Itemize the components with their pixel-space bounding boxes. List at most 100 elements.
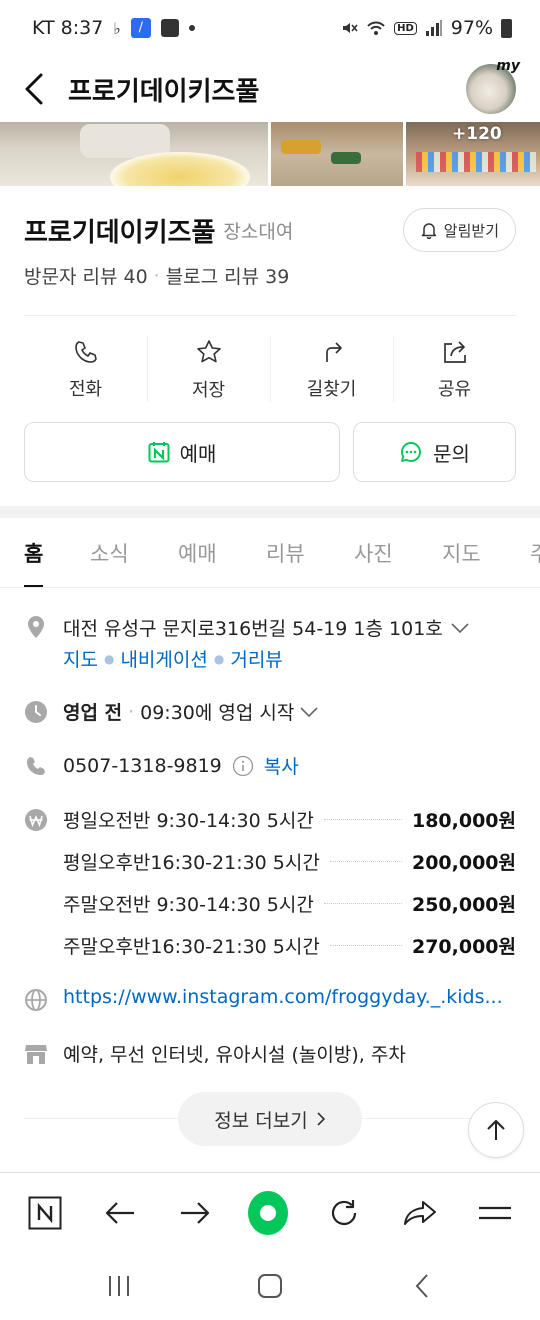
tab-photos[interactable]: 사진: [354, 518, 393, 587]
tab-reviews[interactable]: 리뷰: [266, 518, 305, 587]
street-view-link[interactable]: 거리뷰: [230, 645, 282, 672]
map-link[interactable]: 지도: [63, 645, 98, 672]
chevron-left-icon: [25, 73, 43, 105]
phone-icon: [24, 754, 48, 778]
menu-button[interactable]: [475, 1193, 515, 1233]
photo-thumbnail[interactable]: [271, 122, 403, 186]
save-button[interactable]: 저장: [147, 332, 270, 408]
share-arrow-icon: [404, 1201, 436, 1225]
share-button[interactable]: 공유: [393, 332, 516, 408]
blog-reviews-link[interactable]: 블로그 리뷰 39: [166, 262, 290, 289]
system-back-button[interactable]: [402, 1270, 442, 1302]
divider: [24, 315, 516, 316]
clock-icon: [24, 700, 48, 724]
back-nav-button[interactable]: [100, 1193, 140, 1233]
price-amount: 270,000원: [411, 935, 516, 958]
photo-thumbnail-more[interactable]: +120: [406, 122, 540, 186]
more-photos-count: +120: [452, 124, 502, 144]
gallery-icon: [160, 19, 179, 37]
hd-voice-icon: HD: [394, 21, 417, 35]
price-name: 평일오후반16:30-21:30 5시간: [63, 851, 320, 874]
inquiry-button[interactable]: 문의: [353, 422, 516, 482]
avatar[interactable]: my: [466, 58, 520, 114]
tab-more[interactable]: 주: [530, 518, 540, 587]
tab-booking[interactable]: 예매: [178, 518, 217, 587]
refresh-icon: [331, 1200, 357, 1226]
hours-status: 영업 전: [63, 702, 123, 724]
tab-home[interactable]: 홈: [24, 518, 44, 587]
section-divider: [0, 506, 540, 518]
phone-icon: [74, 341, 97, 363]
chevron-down-icon: [451, 622, 469, 633]
price-row: 주말오후반16:30-21:30 5시간 270,000원: [63, 931, 516, 959]
photo-shelf: [416, 152, 536, 172]
status-bar: KT 8:37 ♭ ∕ HD 97%: [0, 0, 540, 56]
navigation-link[interactable]: 내비게이션: [120, 645, 207, 672]
chevron-down-icon: [300, 706, 318, 717]
back-button[interactable]: [24, 71, 48, 107]
battery-icon: [501, 18, 512, 38]
address-row[interactable]: 대전 유성구 문지로316번길 54-19 1층 101호: [63, 614, 469, 641]
hours-row[interactable]: 영업 전 · 09:30에 영업 시작: [63, 698, 318, 725]
separator-dot: ●: [213, 651, 225, 666]
app-notification-icon: ∕: [130, 18, 151, 38]
share-icon: [443, 341, 466, 363]
booking-row: 예매 문의: [24, 422, 516, 482]
call-button[interactable]: 전화: [24, 332, 147, 408]
naver-calendar-icon: [148, 442, 170, 463]
price-row: 주말오전반 9:30-14:30 5시간 250,000원: [63, 889, 516, 917]
amenities-text: 예약, 무선 인터넷, 유아시설 (놀이방), 주차: [63, 1044, 406, 1066]
notify-button[interactable]: 알림받기: [402, 208, 516, 252]
visitor-reviews-link[interactable]: 방문자 리뷰 40: [24, 262, 148, 289]
browser-toolbar: [0, 1172, 540, 1252]
recent-apps-button[interactable]: [99, 1270, 139, 1302]
tab-news[interactable]: 소식: [90, 518, 129, 587]
star-icon: [196, 340, 221, 363]
share-page-button[interactable]: [400, 1193, 440, 1233]
more-notifications-icon: [188, 25, 195, 31]
header-title: 프로기데이키즈풀: [68, 76, 260, 107]
app-header: 프로기데이키즈풀 my: [0, 56, 540, 122]
naver-n-icon: [28, 1196, 62, 1230]
tab-bar: 홈 소식 예매 리뷰 사진 지도 주: [0, 518, 540, 588]
tab-map[interactable]: 지도: [442, 518, 481, 587]
address-links: 지도 ● 내비게이션 ● 거리뷰: [63, 645, 283, 672]
directions-button[interactable]: 길찾기: [270, 332, 393, 408]
photo-thumbnail[interactable]: [0, 122, 268, 186]
arrow-right-icon: [181, 1202, 210, 1224]
android-nav-bar: [0, 1252, 540, 1320]
hamburger-icon: [479, 1206, 511, 1220]
won-icon: [24, 808, 48, 832]
notify-label: 알림받기: [443, 221, 499, 240]
globe-icon: [24, 988, 48, 1012]
directions-icon: [325, 342, 342, 362]
price-name: 주말오전반 9:30-14:30 5시간: [63, 893, 314, 916]
phone-number[interactable]: 0507-1318-9819: [63, 755, 222, 777]
scroll-to-top-button[interactable]: [468, 1102, 524, 1158]
inquiry-label: 문의: [433, 441, 470, 466]
price-leader: [329, 944, 402, 946]
copy-button[interactable]: 복사: [264, 752, 299, 779]
info-icon[interactable]: [232, 755, 254, 777]
reserve-label: 예매: [179, 441, 217, 466]
green-dot-button[interactable]: [248, 1191, 288, 1235]
refresh-button[interactable]: [324, 1193, 364, 1233]
price-row: 평일오전반 9:30-14:30 5시간 180,000원: [63, 805, 516, 833]
website-link[interactable]: https://www.instagram.com/froggyday._.ki…: [63, 986, 503, 1008]
price-name: 주말오후반16:30-21:30 5시간: [63, 935, 320, 958]
share-label: 공유: [437, 379, 472, 400]
chevron-right-icon: [317, 1112, 325, 1126]
reserve-button[interactable]: 예매: [24, 422, 340, 482]
notification-icon: ♭: [113, 18, 121, 38]
hours-detail: 09:30에 영업 시작: [140, 702, 295, 724]
call-label: 전화: [68, 379, 103, 400]
photo-toy: [331, 152, 361, 164]
battery-percent: 97%: [450, 17, 493, 39]
avatar-tag: my: [496, 58, 520, 74]
forward-nav-button[interactable]: [175, 1193, 215, 1233]
phone-row: 0507-1318-9819 복사: [63, 752, 299, 779]
more-info-button[interactable]: 정보 더보기: [178, 1092, 362, 1146]
home-button[interactable]: [250, 1270, 290, 1302]
naver-home-button[interactable]: [25, 1193, 65, 1233]
separator-dot: ·: [153, 264, 160, 287]
